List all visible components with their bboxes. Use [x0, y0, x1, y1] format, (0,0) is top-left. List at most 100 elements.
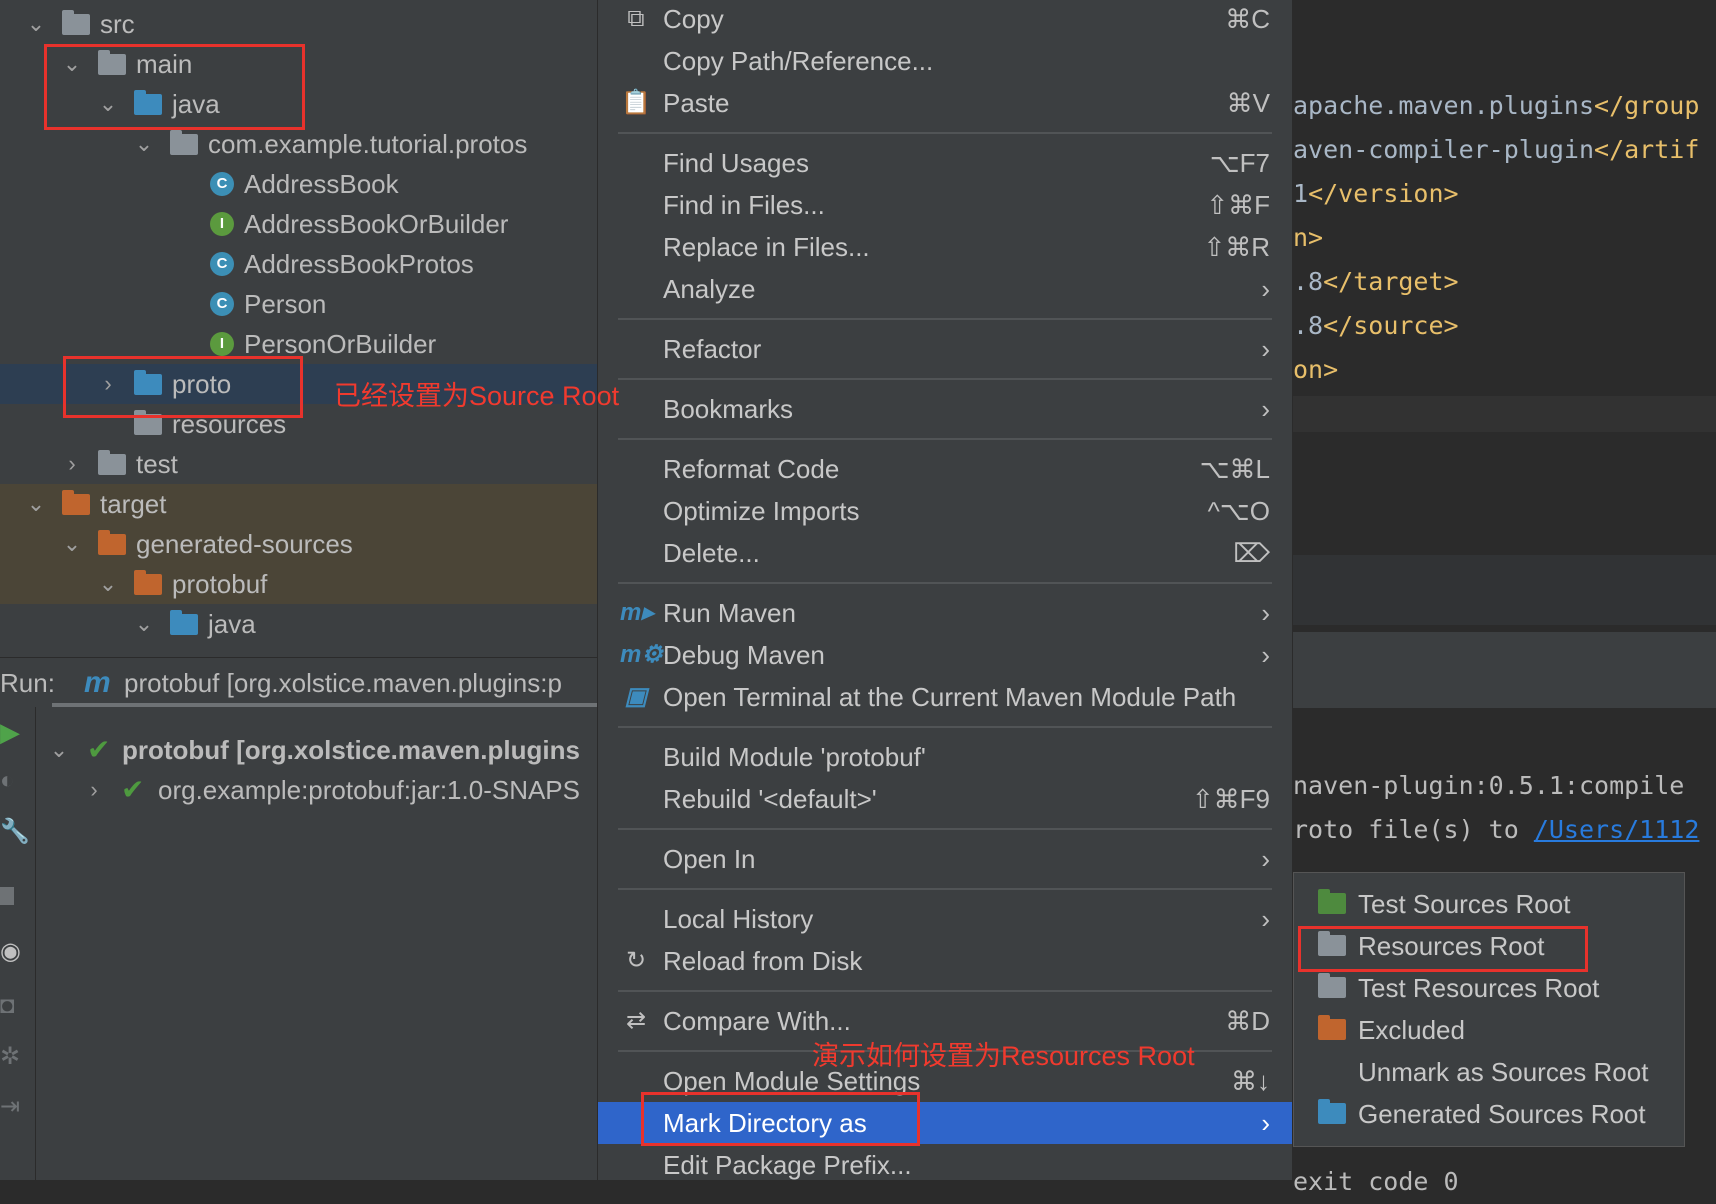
run-tab[interactable]: protobuf [org.xolstice.maven.plugins:p	[124, 658, 562, 708]
chevron-down-icon[interactable]: ⌄	[24, 4, 48, 44]
copy-icon: ⧉	[627, 5, 645, 32]
generated-folder-icon	[170, 610, 198, 635]
menu-item-refactor[interactable]: Refactor ›	[598, 328, 1292, 370]
menu-item-local-history[interactable]: Local History ›	[598, 898, 1292, 940]
run-tree-item[interactable]: › ✔ org.example:protobuf:jar:1.0-SNAPS	[37, 770, 597, 810]
chevron-down-icon[interactable]: ⌄	[24, 484, 48, 524]
tree-item[interactable]: ⌄ generated-sources	[0, 524, 597, 564]
eye-icon[interactable]: ◉	[0, 937, 21, 966]
tree-item-label: AddressBookOrBuilder	[244, 209, 509, 239]
code-line: .8</target>	[1293, 260, 1459, 304]
tree-item[interactable]: ⌄ protobuf	[0, 564, 597, 604]
tree-item[interactable]: I AddressBookOrBuilder	[0, 204, 597, 244]
rerun-icon[interactable]: ▶	[0, 717, 20, 748]
tree-item-label: AddressBookProtos	[244, 249, 474, 279]
menu-item-paste[interactable]: 📋 Paste ⌘V	[598, 82, 1292, 124]
menu-item-shortcut: ⌘C	[1225, 4, 1270, 34]
settings-icon[interactable]: ✲	[0, 1042, 20, 1071]
chevron-down-icon: ⌄	[49, 737, 69, 762]
menu-item-find-in-files[interactable]: Find in Files... ⇧⌘F	[598, 184, 1292, 226]
code-line: on>	[1293, 348, 1338, 392]
reload-icon: ↻	[625, 947, 647, 974]
menu-item-debug-maven[interactable]: m⚙ Debug Maven ›	[598, 634, 1292, 676]
submenu-item-excluded[interactable]: Excluded	[1294, 1009, 1684, 1051]
menu-item-copy[interactable]: ⧉ Copy ⌘C	[598, 0, 1292, 40]
annotation-box-proto	[63, 356, 303, 418]
menu-item-find-usages[interactable]: Find Usages ⌥F7	[598, 142, 1292, 184]
paste-icon: 📋	[621, 89, 651, 116]
tree-item[interactable]: ⌄ src	[0, 4, 597, 44]
import-icon[interactable]: ⇥	[0, 1092, 20, 1121]
menu-item-run-maven[interactable]: m▸ Run Maven ›	[598, 592, 1292, 634]
annotation-box-mark-directory	[641, 1092, 920, 1146]
console-line: exit code 0	[1293, 1160, 1459, 1204]
wrench-icon[interactable]: 🔧	[0, 817, 30, 846]
console-text: naven-plugin:0.5.1:compile	[1293, 771, 1685, 800]
menu-separator	[618, 132, 1272, 134]
tree-item[interactable]: ⌄ target	[0, 484, 597, 524]
menu-item-build-module-protobuf[interactable]: Build Module 'protobuf'	[598, 736, 1292, 778]
menu-item-open-terminal-at-the-current-maven-module-path[interactable]: ▣ Open Terminal at the Current Maven Modu…	[598, 676, 1292, 718]
menu-item-shortcut: ⇧⌘F9	[1191, 784, 1270, 814]
code-line: .8</source>	[1293, 304, 1459, 348]
chevron-down-icon[interactable]: ⌄	[96, 564, 120, 604]
class-icon: C	[210, 292, 234, 316]
menu-separator	[618, 990, 1272, 992]
tree-item-label: protobuf	[172, 569, 268, 599]
chevron-down-icon[interactable]: ⌄	[132, 124, 156, 164]
tree-item[interactable]: ⌄ com.example.tutorial.protos	[0, 124, 597, 164]
code-line: apache.maven.plugins</group	[1293, 84, 1699, 128]
submenu-item-test-sources-root[interactable]: Test Sources Root	[1294, 883, 1684, 925]
annotation-resources-root: 演示如何设置为Resources Root	[812, 1041, 1195, 1071]
tree-item[interactable]: C AddressBookProtos	[0, 244, 597, 284]
annotation-source-root: 已经设置为Source Root	[334, 381, 620, 411]
menu-item-label: Bookmarks	[663, 394, 794, 424]
menu-item-label: Find in Files...	[663, 190, 825, 220]
chevron-down-icon[interactable]: ⌄	[132, 604, 156, 644]
chevron-right-icon[interactable]: ›	[60, 444, 84, 484]
menu-item-rebuild-default[interactable]: Rebuild '<default>' ⇧⌘F9	[598, 778, 1292, 820]
chevron-right-icon: ›	[1261, 844, 1270, 874]
chevron-right-icon: ›	[1261, 1108, 1270, 1138]
console-link[interactable]: /Users/1112	[1534, 815, 1700, 844]
menu-item-replace-in-files[interactable]: Replace in Files... ⇧⌘R	[598, 226, 1292, 268]
menu-item-copy-path-reference[interactable]: Copy Path/Reference...	[598, 40, 1292, 82]
tree-item-label: com.example.tutorial.protos	[208, 129, 528, 159]
menu-item-label: Run Maven	[663, 598, 796, 628]
generated-folder-icon	[1318, 1099, 1346, 1124]
menu-item-analyze[interactable]: Analyze ›	[598, 268, 1292, 310]
camera-icon[interactable]: ◘	[0, 992, 15, 1020]
menu-item-reload-from-disk[interactable]: ↻ Reload from Disk	[598, 940, 1292, 982]
tree-item[interactable]: ⌄ java	[0, 604, 597, 644]
check-icon: ✔	[121, 774, 145, 805]
code-tag: </target>	[1323, 267, 1459, 296]
test-resources-folder-icon	[1318, 973, 1346, 998]
code-text: apache.maven.plugins	[1293, 91, 1595, 120]
menu-item-label: Debug Maven	[663, 640, 825, 670]
class-icon: C	[210, 252, 234, 276]
tree-item-label: src	[100, 9, 135, 39]
menu-item-label: Reformat Code	[663, 454, 840, 484]
tree-item[interactable]: C Person	[0, 284, 597, 324]
menu-item-shortcut: ⌦	[1233, 538, 1270, 568]
menu-item-reformat-code[interactable]: Reformat Code ⌥⌘L	[598, 448, 1292, 490]
current-line-highlight	[1293, 396, 1716, 432]
console-text: roto file(s) to	[1293, 815, 1534, 844]
chevron-down-icon[interactable]: ⌄	[60, 524, 84, 564]
menu-item-bookmarks[interactable]: Bookmarks ›	[598, 388, 1292, 430]
menu-item-delete[interactable]: Delete... ⌦	[598, 532, 1292, 574]
debug-icon[interactable]: ◐	[0, 767, 15, 795]
stop-icon[interactable]	[0, 887, 14, 905]
code-text: aven-compiler-plugin	[1293, 135, 1595, 164]
code-text: .8	[1293, 311, 1324, 340]
menu-separator	[618, 438, 1272, 440]
submenu-item-generated-sources-root[interactable]: Generated Sources Root	[1294, 1093, 1684, 1135]
run-tree-item[interactable]: ⌄ ✔ protobuf [org.xolstice.maven.plugins	[37, 730, 597, 770]
menu-item-optimize-imports[interactable]: Optimize Imports ^⌥O	[598, 490, 1292, 532]
tree-item[interactable]: › test	[0, 444, 597, 484]
tree-item[interactable]: C AddressBook	[0, 164, 597, 204]
menu-item-open-in[interactable]: Open In ›	[598, 838, 1292, 880]
submenu-item-test-resources-root[interactable]: Test Resources Root	[1294, 967, 1684, 1009]
submenu-item-unmark-as-sources-root[interactable]: Unmark as Sources Root	[1294, 1051, 1684, 1093]
console-text: exit code 0	[1293, 1167, 1459, 1196]
